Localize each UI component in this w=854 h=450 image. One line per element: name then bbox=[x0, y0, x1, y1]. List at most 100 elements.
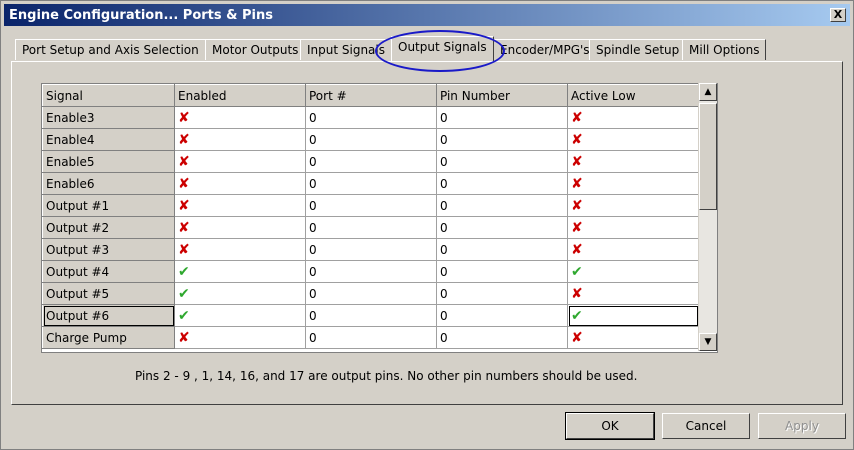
active-low-cell[interactable]: ✔ bbox=[567, 304, 699, 327]
active-low-cell[interactable]: ✘ bbox=[567, 326, 699, 349]
scroll-down-button[interactable]: ▼ bbox=[699, 333, 717, 351]
red-x-icon: ✘ bbox=[571, 329, 583, 346]
enabled-cell[interactable]: ✔ bbox=[174, 304, 306, 327]
pin-number-cell[interactable]: 0 bbox=[436, 260, 568, 283]
port-cell[interactable]: 0 bbox=[305, 282, 437, 305]
table-row: Output #6 ✔ 0 0 ✔ bbox=[42, 304, 699, 327]
output-signals-grid: Signal Enabled Port # Pin Number Active … bbox=[41, 83, 718, 353]
scroll-thumb[interactable] bbox=[699, 103, 717, 210]
pin-number-cell[interactable]: 0 bbox=[436, 282, 568, 305]
pin-number-cell[interactable]: 0 bbox=[436, 238, 568, 261]
active-low-cell[interactable]: ✘ bbox=[567, 172, 699, 195]
tab-port-setup[interactable]: Port Setup and Axis Selection bbox=[15, 39, 206, 60]
arrow-up-icon: ▲ bbox=[704, 87, 712, 97]
port-cell[interactable]: 0 bbox=[305, 172, 437, 195]
enabled-cell[interactable]: ✘ bbox=[174, 150, 306, 173]
red-x-icon: ✘ bbox=[571, 219, 583, 236]
tab-motor-outputs[interactable]: Motor Outputs bbox=[205, 39, 306, 60]
signal-cell[interactable]: Output #6 bbox=[42, 304, 175, 327]
tab-spindle-setup[interactable]: Spindle Setup bbox=[589, 39, 687, 60]
active-low-cell[interactable]: ✘ bbox=[567, 194, 699, 217]
active-low-cell[interactable]: ✘ bbox=[567, 282, 699, 305]
red-x-icon: ✘ bbox=[178, 175, 190, 192]
active-low-cell[interactable]: ✘ bbox=[567, 238, 699, 261]
port-cell[interactable]: 0 bbox=[305, 260, 437, 283]
active-low-cell[interactable]: ✘ bbox=[567, 128, 699, 151]
port-cell[interactable]: 0 bbox=[305, 238, 437, 261]
table-row: Charge Pump ✘ 0 0 ✘ bbox=[42, 326, 699, 349]
enabled-cell[interactable]: ✘ bbox=[174, 326, 306, 349]
green-check-icon: ✔ bbox=[178, 285, 190, 302]
port-cell[interactable]: 0 bbox=[305, 106, 437, 129]
pin-number-cell[interactable]: 0 bbox=[436, 304, 568, 327]
enabled-cell[interactable]: ✘ bbox=[174, 216, 306, 239]
red-x-icon: ✘ bbox=[178, 109, 190, 126]
cancel-button[interactable]: Cancel bbox=[662, 413, 750, 439]
red-x-icon: ✘ bbox=[571, 109, 583, 126]
signal-cell[interactable]: Output #4 bbox=[42, 260, 175, 283]
active-low-cell[interactable]: ✘ bbox=[567, 150, 699, 173]
green-check-icon: ✔ bbox=[178, 263, 190, 280]
signal-cell[interactable]: Output #3 bbox=[42, 238, 175, 261]
window-title: Engine Configuration... Ports & Pins bbox=[9, 8, 273, 23]
signal-cell[interactable]: Charge Pump bbox=[42, 326, 175, 349]
pin-number-cell[interactable]: 0 bbox=[436, 106, 568, 129]
signal-cell[interactable]: Output #2 bbox=[42, 216, 175, 239]
column-header-pin-number[interactable]: Pin Number bbox=[436, 84, 568, 107]
column-header-signal[interactable]: Signal bbox=[42, 84, 175, 107]
signal-cell[interactable]: Enable4 bbox=[42, 128, 175, 151]
red-x-icon: ✘ bbox=[571, 241, 583, 258]
signal-cell[interactable]: Output #1 bbox=[42, 194, 175, 217]
enabled-cell[interactable]: ✘ bbox=[174, 106, 306, 129]
pin-number-cell[interactable]: 0 bbox=[436, 172, 568, 195]
port-cell[interactable]: 0 bbox=[305, 150, 437, 173]
pin-number-cell[interactable]: 0 bbox=[436, 216, 568, 239]
table-row: Enable5 ✘ 0 0 ✘ bbox=[42, 150, 699, 173]
pin-number-cell[interactable]: 0 bbox=[436, 194, 568, 217]
output-pins-info: Pins 2 - 9 , 1, 14, 16, and 17 are outpu… bbox=[135, 369, 638, 383]
table-row: Output #2 ✘ 0 0 ✘ bbox=[42, 216, 699, 239]
title-bar: Engine Configuration... Ports & Pins X bbox=[4, 4, 850, 26]
enabled-cell[interactable]: ✔ bbox=[174, 260, 306, 283]
signal-cell[interactable]: Enable6 bbox=[42, 172, 175, 195]
port-cell[interactable]: 0 bbox=[305, 216, 437, 239]
engine-config-dialog: Engine Configuration... Ports & Pins X P… bbox=[0, 0, 854, 450]
tab-encoder-mpgs[interactable]: Encoder/MPG's bbox=[493, 39, 597, 60]
port-cell[interactable]: 0 bbox=[305, 194, 437, 217]
enabled-cell[interactable]: ✔ bbox=[174, 282, 306, 305]
pin-number-cell[interactable]: 0 bbox=[436, 128, 568, 151]
active-low-cell[interactable]: ✔ bbox=[567, 260, 699, 283]
enabled-cell[interactable]: ✘ bbox=[174, 128, 306, 151]
enabled-cell[interactable]: ✘ bbox=[174, 172, 306, 195]
red-x-icon: ✘ bbox=[178, 197, 190, 214]
grid-scrollbar[interactable]: ▲ ▼ bbox=[698, 83, 717, 351]
column-header-active-low[interactable]: Active Low bbox=[567, 84, 699, 107]
red-x-icon: ✘ bbox=[571, 131, 583, 148]
red-x-icon: ✘ bbox=[178, 329, 190, 346]
close-button[interactable]: X bbox=[830, 8, 846, 22]
port-cell[interactable]: 0 bbox=[305, 326, 437, 349]
tab-output-signals[interactable]: Output Signals bbox=[391, 36, 494, 61]
tab-mill-options[interactable]: Mill Options bbox=[682, 39, 767, 60]
pin-number-cell[interactable]: 0 bbox=[436, 326, 568, 349]
port-cell[interactable]: 0 bbox=[305, 128, 437, 151]
active-low-cell[interactable]: ✘ bbox=[567, 216, 699, 239]
column-header-enabled[interactable]: Enabled bbox=[174, 84, 306, 107]
enabled-cell[interactable]: ✘ bbox=[174, 194, 306, 217]
ok-button[interactable]: OK bbox=[565, 412, 655, 440]
tab-input-signals[interactable]: Input Signals bbox=[300, 39, 392, 60]
pin-number-cell[interactable]: 0 bbox=[436, 150, 568, 173]
close-icon: X bbox=[833, 8, 843, 21]
scroll-up-button[interactable]: ▲ bbox=[699, 83, 717, 101]
enabled-cell[interactable]: ✘ bbox=[174, 238, 306, 261]
header-row: Signal Enabled Port # Pin Number Active … bbox=[42, 84, 699, 107]
green-check-icon: ✔ bbox=[571, 263, 583, 280]
active-low-cell[interactable]: ✘ bbox=[567, 106, 699, 129]
signal-cell[interactable]: Enable3 bbox=[42, 106, 175, 129]
signal-cell[interactable]: Output #5 bbox=[42, 282, 175, 305]
port-cell[interactable]: 0 bbox=[305, 304, 437, 327]
table-row: Enable6 ✘ 0 0 ✘ bbox=[42, 172, 699, 195]
signal-cell[interactable]: Enable5 bbox=[42, 150, 175, 173]
column-header-port[interactable]: Port # bbox=[305, 84, 437, 107]
apply-button[interactable]: Apply bbox=[758, 413, 846, 439]
